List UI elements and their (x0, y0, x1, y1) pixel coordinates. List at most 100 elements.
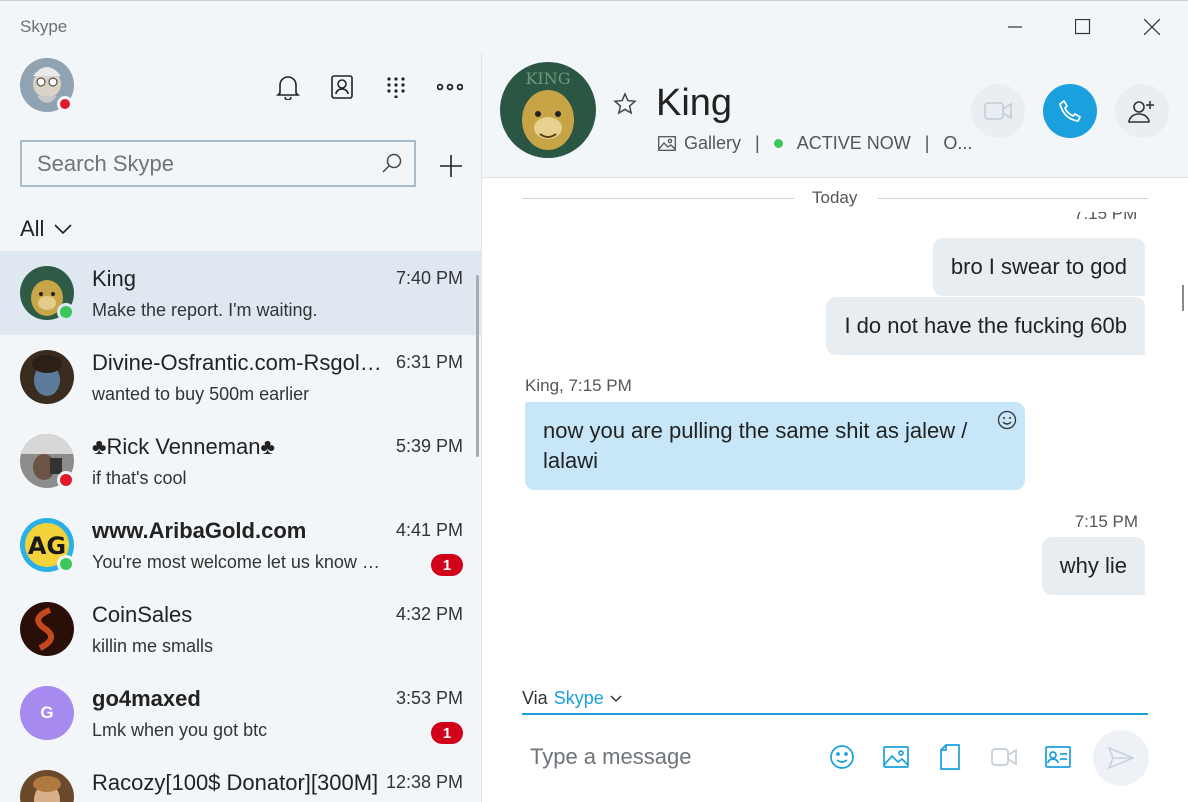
more-info-link[interactable]: O... (943, 133, 972, 154)
filter-label: All (20, 216, 45, 241)
conversation-item[interactable]: Divine-Osfrantic.com-Rsgold.com 6:31 PM … (0, 335, 482, 419)
chat-contact-meta: Gallery | ACTIVE NOW | O... (658, 133, 972, 154)
audio-call-button[interactable] (1043, 84, 1097, 138)
conversation-item[interactable]: G go4maxed 3:53 PM Lmk when you got btc … (0, 671, 482, 755)
conversation-preview: wanted to buy 500m earlier (92, 384, 310, 404)
contact-card-icon (1045, 746, 1071, 768)
conversation-name: go4maxed (92, 686, 201, 711)
conversation-item[interactable]: AG www.AribaGold.com 4:41 PM You're most… (0, 503, 482, 587)
incoming-message[interactable]: now you are pulling the same shit as jal… (525, 402, 1025, 490)
chat-header: KING King Gallery | ACTIVE NOW | O... (482, 52, 1188, 178)
via-service[interactable]: Skype (554, 688, 604, 709)
dialpad-button[interactable] (381, 72, 411, 102)
message-scrollbar[interactable] (1182, 285, 1184, 311)
conversation-list-scrollbar[interactable] (476, 275, 479, 457)
contact-avatar (20, 770, 74, 802)
video-message-icon (991, 748, 1017, 766)
contact-avatar (20, 602, 74, 656)
more-icon (437, 83, 463, 91)
file-icon (940, 744, 960, 770)
chat-contact-name[interactable]: King (656, 82, 732, 125)
conversation-name: Divine-Osfrantic.com-Rsgold.com (92, 350, 384, 375)
conversation-item[interactable]: CoinSales 4:32 PM killin me smalls (0, 587, 482, 671)
contact-avatar: G (20, 686, 74, 740)
send-image-button[interactable] (881, 742, 911, 772)
conversation-preview: killin me smalls (92, 636, 214, 656)
conversation-list: King 7:40 PM Make the report. I'm waitin… (0, 251, 482, 802)
video-message-button[interactable] (989, 742, 1019, 772)
maximize-button[interactable] (1060, 9, 1106, 45)
more-options-button[interactable] (435, 72, 465, 102)
conversation-time: 6:31 PM (395, 352, 463, 372)
unread-badge: 1 (431, 722, 463, 744)
conversation-name: CoinSales (92, 602, 193, 627)
new-chat-button[interactable] (436, 151, 466, 181)
presence-busy-indicator (57, 471, 75, 489)
bell-icon (276, 76, 300, 100)
conversation-name: www.AribaGold.com (92, 518, 307, 543)
avatar-initial: G (40, 703, 54, 722)
conversation-time: 5:39 PM (395, 436, 463, 456)
conversation-filter-dropdown[interactable]: All (20, 216, 73, 242)
close-button[interactable] (1129, 9, 1175, 45)
chat-pane: KING King Gallery | ACTIVE NOW | O... To… (482, 52, 1188, 802)
via-label: Via (522, 688, 548, 708)
date-divider-label: Today (812, 188, 858, 207)
conversation-item[interactable]: King 7:40 PM Make the report. I'm waitin… (0, 251, 482, 335)
sidebar: All King 7:40 PM Make the report. I'm wa… (0, 52, 482, 802)
incoming-message-text: now you are pulling the same shit as jal… (543, 418, 968, 473)
search-box[interactable] (20, 140, 416, 187)
dialpad-icon (387, 77, 405, 98)
unread-badge: 1 (431, 554, 463, 576)
close-icon (1144, 19, 1160, 35)
outgoing-message[interactable]: why lie (1041, 537, 1145, 595)
minimize-icon (1008, 26, 1022, 28)
svg-text:KING: KING (525, 69, 570, 88)
conversation-time: 4:41 PM (395, 520, 463, 540)
conversation-preview: Lmk when you got btc (92, 720, 268, 740)
video-call-button[interactable] (971, 84, 1025, 138)
notifications-button[interactable] (273, 72, 303, 102)
chevron-down-icon (610, 695, 622, 702)
contact-avatar (20, 350, 74, 404)
meta-separator: | (755, 133, 760, 153)
conversation-preview: You're most welcome let us know anytime (92, 552, 387, 572)
outgoing-message[interactable]: bro I swear to god (932, 238, 1145, 296)
video-camera-icon (984, 102, 1012, 120)
window-title: Skype (20, 17, 68, 36)
date-divider: Today (522, 188, 1148, 208)
phone-icon (1059, 100, 1081, 122)
send-file-button[interactable] (935, 742, 965, 772)
presence-online-indicator (57, 303, 75, 321)
outgoing-message[interactable]: I do not have the fucking 60b (826, 297, 1145, 355)
compose-divider (522, 713, 1148, 715)
gallery-link[interactable]: Gallery (684, 133, 741, 154)
chat-contact-avatar[interactable]: KING (500, 62, 596, 158)
add-people-button[interactable] (1115, 84, 1169, 138)
presence-busy-indicator (57, 96, 73, 112)
smiley-icon (830, 745, 854, 769)
conversation-name: King (92, 266, 137, 291)
conversation-time: 7:40 PM (395, 268, 463, 288)
plus-icon (440, 155, 462, 177)
favorite-button[interactable] (613, 92, 637, 121)
conversation-name: ♣Rick Venneman♣ (92, 434, 275, 459)
react-emoji-icon[interactable] (997, 410, 1017, 430)
meta-separator: | (924, 133, 930, 153)
emoji-button[interactable] (827, 742, 857, 772)
send-contact-button[interactable] (1043, 742, 1073, 772)
send-button[interactable] (1093, 730, 1149, 786)
search-input[interactable] (37, 150, 367, 178)
send-icon (1108, 747, 1134, 769)
title-bar: Skype (0, 0, 1188, 52)
conversation-item[interactable]: Racozy[100$ Donator][300M] 12:38 PM (0, 755, 482, 802)
conversation-time: 3:53 PM (395, 688, 463, 708)
conversation-item[interactable]: ♣Rick Venneman♣ 5:39 PM if that's cool (0, 419, 482, 503)
message-sender: King, 7:15 PM (525, 376, 632, 395)
minimize-button[interactable] (992, 9, 1038, 45)
conversation-name: Racozy[100$ Donator][300M] (92, 770, 379, 795)
contacts-button[interactable] (327, 72, 357, 102)
message-via-selector[interactable]: Via Skype (522, 688, 622, 709)
search-icon (382, 153, 402, 173)
contacts-icon (331, 75, 353, 99)
